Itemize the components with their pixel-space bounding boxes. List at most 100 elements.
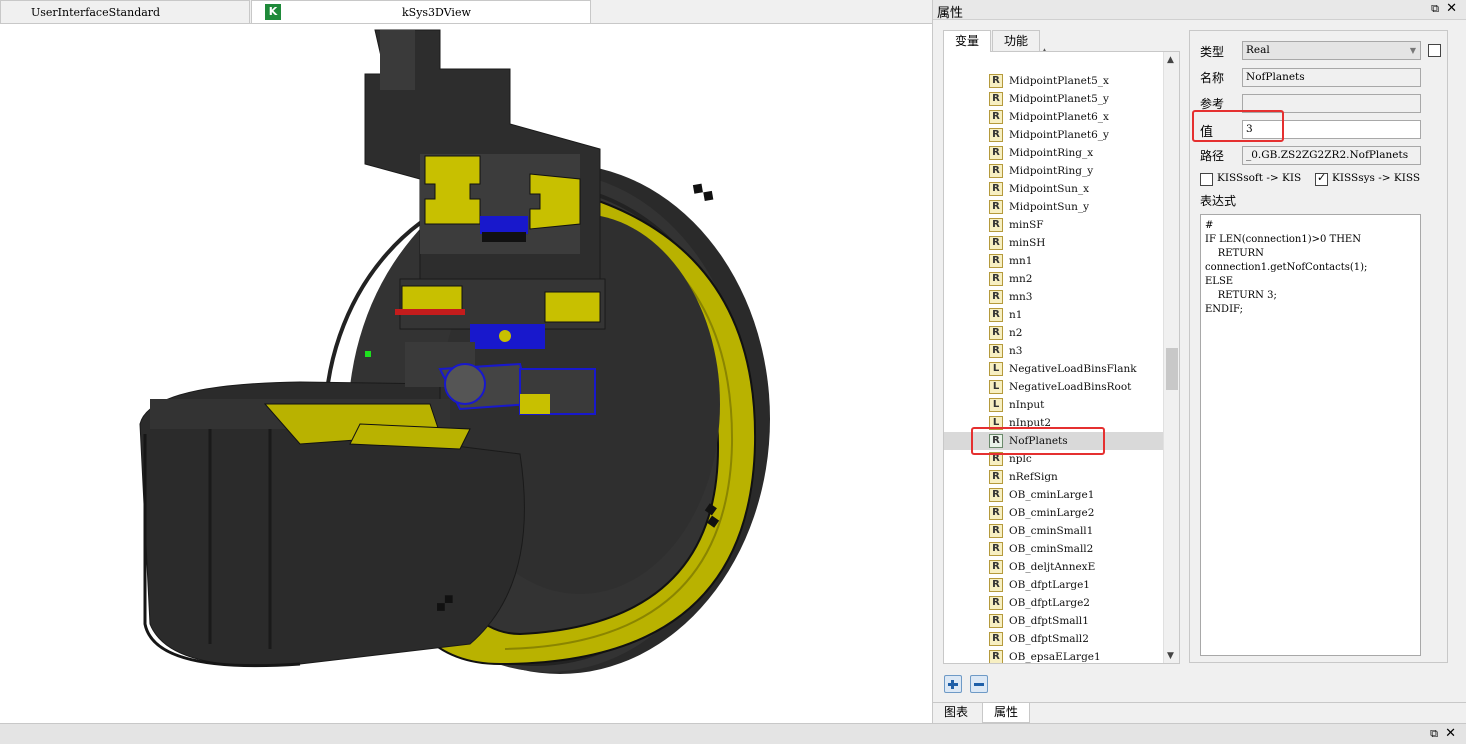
variable-name: MidpointPlanet5_x xyxy=(1009,75,1109,87)
list-item[interactable]: Rmn1 xyxy=(944,252,1164,270)
variable-name: nInput xyxy=(1009,399,1045,411)
tab-label: kSys3DView xyxy=(402,6,471,19)
list-item[interactable]: R MidpointPlanet5_y xyxy=(944,90,1164,108)
list-item[interactable]: R OB_dfptLarge2 xyxy=(944,594,1164,612)
panel-title: 属性 xyxy=(937,6,964,21)
real-type-icon: R xyxy=(989,164,1003,178)
name-field[interactable]: NofPlanets xyxy=(1242,68,1421,87)
list-item[interactable]: R MidpointRing_x xyxy=(944,144,1164,162)
list-item[interactable]: Rmn2 xyxy=(944,270,1164,288)
list-item[interactable]: RminSF xyxy=(944,216,1164,234)
path-field[interactable]: _0.GB.ZS2ZG2ZR2.NofPlanets xyxy=(1242,146,1421,165)
kisssys-sync-checkbox[interactable]: ✓ xyxy=(1315,171,1328,186)
variable-name: MidpointPlanet6_y xyxy=(1009,129,1109,141)
variable-name: NegativeLoadBinsRoot xyxy=(1009,381,1132,393)
type-select-value: Real xyxy=(1246,44,1270,56)
gearbox-3d-model[interactable]: ⬥⬥ ⬥⬥ ⬥⬥ xyxy=(0,24,932,723)
list-item[interactable]: R OB_cminLarge2 xyxy=(944,504,1164,522)
list-item[interactable]: R MidpointSun_x xyxy=(944,180,1164,198)
scroll-down-icon[interactable]: ▼ xyxy=(1167,651,1174,661)
variable-name: MidpointSun_x xyxy=(1009,183,1090,195)
list-item[interactable]: Rnplc xyxy=(944,450,1164,468)
variable-name: NofPlanets xyxy=(1009,435,1068,447)
tab-ksys-3d-view[interactable]: K kSys3DView xyxy=(251,0,591,23)
real-type-icon: R xyxy=(989,614,1003,628)
reference-field[interactable] xyxy=(1242,94,1421,113)
kisssoft-sync-checkbox[interactable] xyxy=(1200,173,1213,186)
tab-label: UserInterfaceStandard xyxy=(31,6,161,19)
variable-tree[interactable]: R MidpointPlanet5_x R MidpointPlanet5_y R Mid… xyxy=(943,51,1180,664)
variable-name: OB_epsaELarge1 xyxy=(1009,651,1101,663)
variable-name: MidpointRing_x xyxy=(1009,147,1094,159)
list-item[interactable]: R OB_cminSmall1 xyxy=(944,522,1164,540)
list-item[interactable]: LnInput xyxy=(944,396,1164,414)
list-item[interactable]: R OB_epsaELarge1 xyxy=(944,648,1164,663)
list-item[interactable]: Rmn3 xyxy=(944,288,1164,306)
variable-name: OB_dfptSmall1 xyxy=(1009,615,1089,627)
list-item[interactable]: L NegativeLoadBinsFlank xyxy=(944,360,1164,378)
variable-name: mn3 xyxy=(1009,291,1033,303)
variable-name: OB_dfptSmall2 xyxy=(1009,633,1089,645)
list-item[interactable]: L NegativeLoadBinsRoot xyxy=(944,378,1164,396)
variable-name: OB_cminSmall2 xyxy=(1009,543,1094,555)
list-item[interactable]: Rn1 xyxy=(944,306,1164,324)
list-item[interactable]: R OB_deljtAnnexE xyxy=(944,558,1164,576)
list-item[interactable]: Rn2 xyxy=(944,324,1164,342)
list-item[interactable]: R OB_cminLarge1 xyxy=(944,486,1164,504)
real-type-icon: R xyxy=(989,92,1003,106)
list-item[interactable]: R MidpointPlanet6_x xyxy=(944,108,1164,126)
type-label: 类型 xyxy=(1200,45,1225,59)
variable-name: nInput2 xyxy=(1009,417,1052,429)
list-item[interactable]: R MidpointRing_y xyxy=(944,162,1164,180)
scroll-up-icon[interactable]: ▲ xyxy=(1167,55,1174,65)
expression-editor[interactable]: # IF LEN(connection1)>0 THEN RETURN conn… xyxy=(1200,214,1421,656)
list-item[interactable]: R MidpointPlanet5_x xyxy=(944,72,1164,90)
tab-properties[interactable]: 属性 xyxy=(982,703,1031,723)
list-item[interactable]: RnRefSign xyxy=(944,468,1164,486)
variable-name: nplc xyxy=(1009,453,1032,465)
list-item[interactable]: R OB_cminSmall2 xyxy=(944,540,1164,558)
variable-name: n3 xyxy=(1009,345,1023,357)
list-item[interactable]: RminSH xyxy=(944,234,1164,252)
list-item[interactable]: R NofPlanets xyxy=(944,432,1164,450)
float-icon[interactable]: ⧉ xyxy=(1430,727,1438,741)
list-item[interactable]: R OB_dfptLarge1 xyxy=(944,576,1164,594)
property-editor: 类型 Real ▼ 名称 NofPlanets 参考 值 3 路径 _0.GB.… xyxy=(1189,30,1448,663)
type-select[interactable]: Real ▼ xyxy=(1242,41,1421,60)
real-type-icon: R xyxy=(989,596,1003,610)
reference-label: 参考 xyxy=(1200,97,1225,111)
real-type-icon: R xyxy=(989,218,1003,232)
variable-name: OB_cminLarge2 xyxy=(1009,507,1095,519)
add-variable-button[interactable] xyxy=(944,675,962,693)
real-type-icon: R xyxy=(989,308,1003,322)
tab-chart[interactable]: 图表 xyxy=(933,703,979,723)
list-item[interactable]: R OB_dfptSmall2 xyxy=(944,630,1164,648)
variable-name: OB_dfptLarge1 xyxy=(1009,579,1090,591)
tab-user-interface-standard[interactable]: UserInterfaceStandard xyxy=(0,0,250,23)
tree-scrollbar[interactable]: ▲ ▼ xyxy=(1163,52,1179,663)
float-icon[interactable]: ⧉ xyxy=(1431,2,1439,16)
tab-functions[interactable]: 功能 xyxy=(992,30,1041,51)
logical-type-icon: L xyxy=(989,380,1003,394)
real-type-icon: R xyxy=(989,470,1003,484)
close-icon[interactable]: ✕ xyxy=(1446,1,1457,16)
minus-icon xyxy=(974,683,984,686)
expression-label: 表达式 xyxy=(1200,194,1237,208)
value-field[interactable]: 3 xyxy=(1242,120,1421,139)
variable-name: MidpointPlanet6_x xyxy=(1009,111,1109,123)
list-item[interactable]: Rn3 xyxy=(944,342,1164,360)
list-item[interactable]: R OB_dfptSmall1 xyxy=(944,612,1164,630)
scroll-thumb[interactable] xyxy=(1166,348,1178,390)
real-type-icon: R xyxy=(989,110,1003,124)
logical-type-icon: L xyxy=(989,398,1003,412)
list-item[interactable]: LnInput2 xyxy=(944,414,1164,432)
list-item[interactable]: R MidpointSun_y xyxy=(944,198,1164,216)
panel-title-bar: 属性 ⧉ ✕ xyxy=(933,0,1466,21)
list-item[interactable]: R MidpointPlanet6_y xyxy=(944,126,1164,144)
real-type-icon: R xyxy=(989,452,1003,466)
type-checkbox[interactable] xyxy=(1428,44,1441,57)
close-icon[interactable]: ✕ xyxy=(1445,726,1456,741)
3d-viewport[interactable]: ⬥⬥ ⬥⬥ ⬥⬥ xyxy=(0,23,932,723)
remove-variable-button[interactable] xyxy=(970,675,988,693)
tab-variables[interactable]: 变量 xyxy=(943,30,992,52)
